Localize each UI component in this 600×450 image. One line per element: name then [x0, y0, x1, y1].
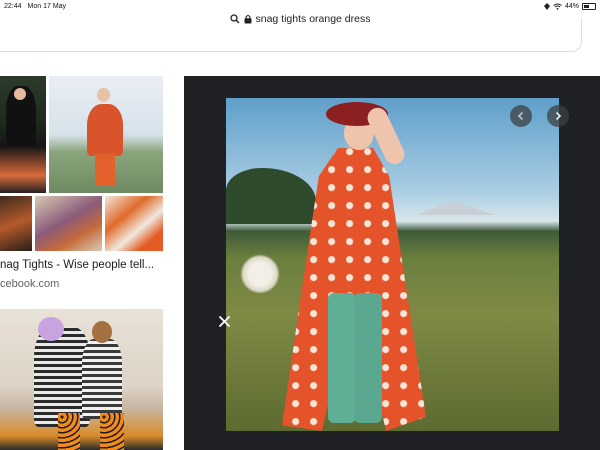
- address-bar[interactable]: snag tights orange dress: [0, 10, 600, 28]
- teal-tights-right: [354, 293, 382, 423]
- next-image-button[interactable]: [547, 105, 569, 127]
- tights: [58, 413, 80, 450]
- child-face: [92, 321, 112, 343]
- result-title[interactable]: nag Tights - Wise people tell...: [0, 259, 154, 271]
- battery-percent: 44%: [564, 2, 579, 10]
- tights: [100, 413, 124, 450]
- face: [97, 88, 110, 102]
- previous-image-button[interactable]: [510, 105, 532, 127]
- close-icon: [218, 315, 230, 327]
- search-icon: [229, 14, 239, 24]
- person-figure: [87, 104, 123, 156]
- flower-bouquet: [240, 254, 280, 294]
- chevron-right-icon: [555, 111, 562, 121]
- result-thumbnail-6[interactable]: [0, 309, 163, 450]
- result-thumbnail-1[interactable]: [0, 76, 46, 193]
- child-figure: [82, 339, 122, 419]
- hair: [38, 317, 64, 341]
- close-viewer-button[interactable]: [215, 312, 233, 330]
- result-thumbnail-3[interactable]: [0, 196, 32, 251]
- address-text: snag tights orange dress: [255, 13, 371, 25]
- chevron-left-icon: [517, 111, 524, 121]
- preview-image[interactable]: [226, 98, 559, 431]
- legs: [95, 154, 115, 186]
- result-thumbnail-2[interactable]: [49, 76, 163, 193]
- lock-icon: [244, 14, 251, 24]
- treeline: [226, 168, 316, 224]
- location-icon: [543, 2, 550, 10]
- battery-icon: [582, 2, 596, 10]
- screen: 22:44 Mon 17 May 44% snag tights orange …: [0, 0, 600, 450]
- result-thumbnail-5[interactable]: [105, 196, 163, 251]
- status-date: Mon 17 May: [27, 2, 67, 10]
- status-time: 22:44: [4, 2, 22, 10]
- result-thumbnail-4[interactable]: [35, 196, 102, 251]
- teal-tights-left: [328, 293, 356, 423]
- result-source[interactable]: cebook.com: [0, 278, 59, 290]
- face: [14, 88, 26, 100]
- mountain: [416, 201, 496, 215]
- wifi-icon: [553, 3, 562, 10]
